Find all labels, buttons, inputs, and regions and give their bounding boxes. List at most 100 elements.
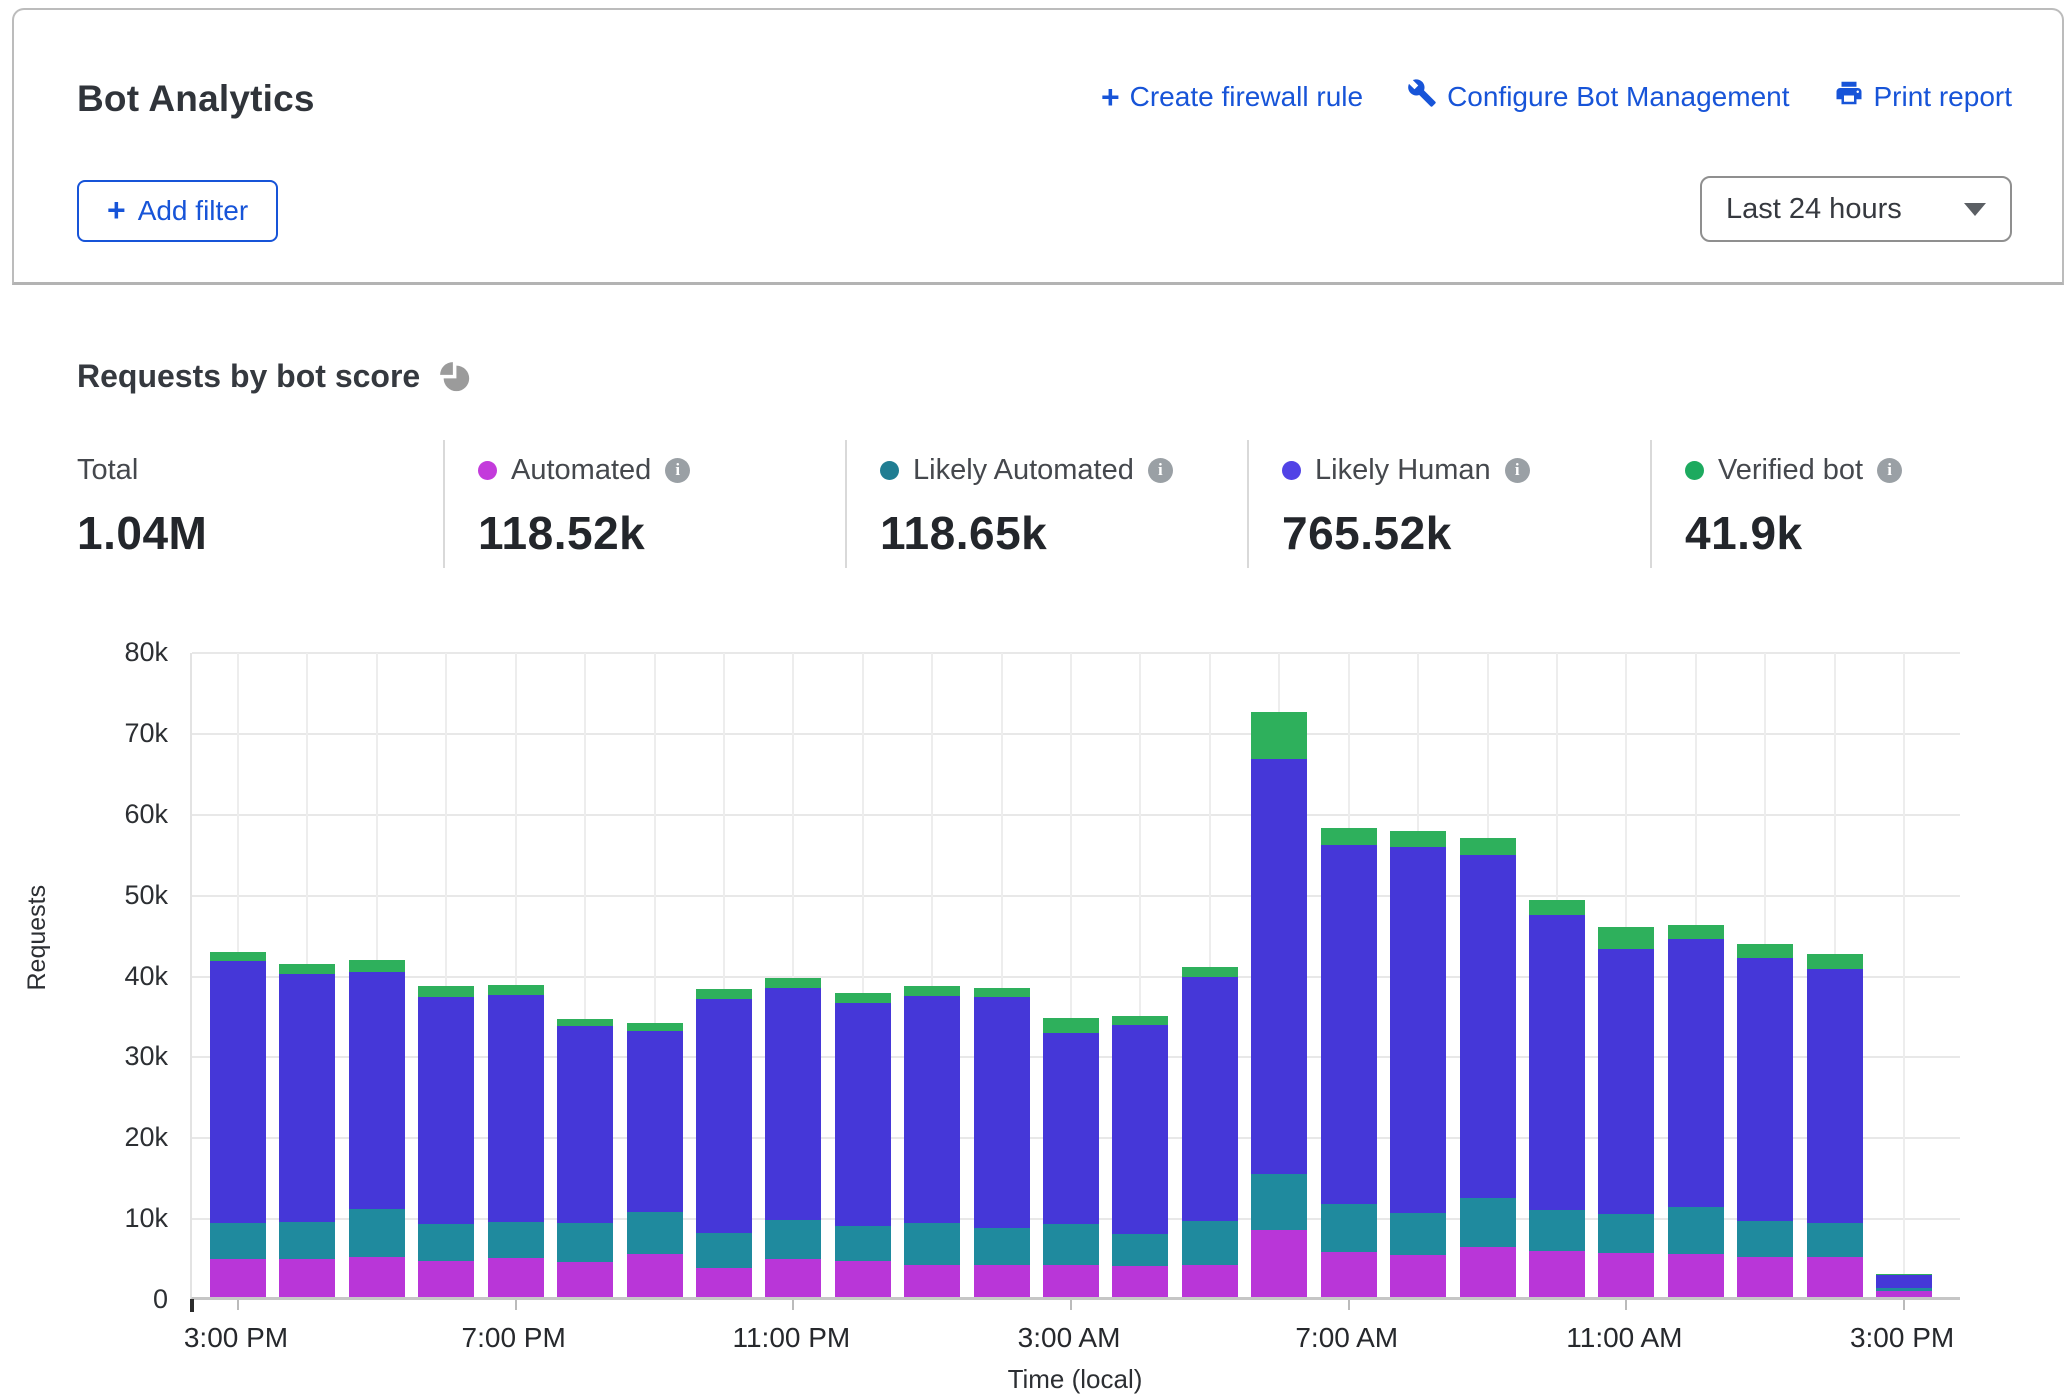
stacked-bar[interactable] [835, 993, 891, 1297]
stacked-bar[interactable] [1251, 712, 1307, 1298]
bar-segment [488, 1258, 544, 1297]
stacked-bar[interactable] [696, 989, 752, 1297]
bar-segment [696, 1268, 752, 1297]
stacked-bar[interactable] [1668, 925, 1724, 1297]
bar-segment [627, 1212, 683, 1254]
info-icon[interactable]: i [665, 458, 690, 483]
bar-segment [210, 952, 266, 962]
stacked-bar[interactable] [1043, 1018, 1099, 1297]
verified-bot-legend-dot [1685, 461, 1704, 480]
bar-segment [1529, 915, 1585, 1210]
stacked-bar[interactable] [765, 978, 821, 1297]
stacked-bar[interactable] [1876, 1274, 1932, 1297]
x-tick-mark [1625, 1300, 1627, 1310]
x-tick-mark [792, 1300, 794, 1310]
stacked-bar[interactable] [1182, 967, 1238, 1297]
add-filter-label: Add filter [138, 195, 249, 227]
bar-segment [1390, 831, 1446, 847]
configure-bot-management-label: Configure Bot Management [1447, 81, 1789, 113]
bar-segment [1112, 1025, 1168, 1234]
stacked-bar[interactable] [279, 964, 335, 1297]
bar-segment [627, 1023, 683, 1031]
bar-segment [627, 1254, 683, 1297]
stacked-bar[interactable] [1112, 1016, 1168, 1297]
x-tick-label: 7:00 AM [1267, 1322, 1427, 1354]
time-range-value: Last 24 hours [1726, 193, 1902, 226]
print-report-label: Print report [1874, 81, 2013, 113]
bar-segment [279, 1259, 335, 1297]
bar-segment [1598, 1253, 1654, 1297]
stacked-bar[interactable] [1321, 828, 1377, 1297]
y-tick-label: 40k [88, 961, 168, 992]
bar-segment [1251, 1230, 1307, 1297]
info-icon[interactable]: i [1877, 458, 1902, 483]
stat-likely-human-value: 765.52k [1282, 506, 1530, 560]
bar-segment [1737, 1257, 1793, 1297]
x-tick-label: 11:00 PM [711, 1322, 871, 1354]
stat-total: Total 1.04M [77, 452, 207, 560]
section-title: Requests by bot score [77, 358, 420, 395]
stat-verified-bot-value: 41.9k [1685, 506, 1902, 560]
bar-segment [418, 1261, 474, 1297]
y-axis-title: Requests [23, 885, 52, 991]
stacked-bar[interactable] [904, 986, 960, 1297]
bar-segment [835, 1226, 891, 1262]
stat-total-label: Total [77, 454, 138, 487]
bar-segment [1460, 1247, 1516, 1297]
x-tick-mark [237, 1300, 239, 1310]
plot-area [190, 653, 1960, 1300]
bar-segment [904, 996, 960, 1222]
stacked-bar[interactable] [210, 952, 266, 1297]
printer-icon [1834, 78, 1864, 115]
bar-segment [974, 997, 1030, 1228]
bar-segment [418, 986, 474, 997]
bar-segment [557, 1223, 613, 1263]
bar-segment [1668, 1207, 1724, 1254]
bar-segment [279, 964, 335, 975]
stat-likely-automated: Likely Automated i 118.65k [880, 452, 1173, 560]
create-firewall-rule-link[interactable]: + Create firewall rule [1101, 81, 1363, 113]
x-tick-mark [515, 1300, 517, 1310]
bar-segment [1043, 1224, 1099, 1264]
x-tick-label: 7:00 PM [434, 1322, 594, 1354]
bar-segment [904, 986, 960, 996]
bar-segment [1321, 845, 1377, 1204]
x-tick-mark [1070, 1300, 1072, 1310]
stacked-bar[interactable] [1390, 831, 1446, 1297]
bar-segment [488, 995, 544, 1221]
chevron-down-icon [1964, 203, 1986, 216]
stacked-bar[interactable] [418, 986, 474, 1297]
stacked-bar[interactable] [488, 985, 544, 1297]
info-icon[interactable]: i [1505, 458, 1530, 483]
info-icon[interactable]: i [1148, 458, 1173, 483]
bar-segment [210, 1259, 266, 1297]
configure-bot-management-link[interactable]: Configure Bot Management [1407, 78, 1789, 115]
stacked-bar[interactable] [1737, 944, 1793, 1297]
bar-segment [1529, 900, 1585, 915]
time-range-select[interactable]: Last 24 hours [1700, 176, 2012, 242]
stacked-bar[interactable] [1460, 838, 1516, 1297]
bar-segment [1182, 1221, 1238, 1265]
add-filter-button[interactable]: + Add filter [77, 180, 278, 242]
stacked-bar[interactable] [1598, 927, 1654, 1297]
stat-verified-bot: Verified bot i 41.9k [1685, 452, 1902, 560]
stacked-bar[interactable] [557, 1019, 613, 1297]
bar-segment [1321, 828, 1377, 845]
bar-segment [696, 989, 752, 1000]
stacked-bar[interactable] [627, 1023, 683, 1297]
stacked-bar[interactable] [974, 988, 1030, 1297]
x-tick-label: 3:00 PM [156, 1322, 316, 1354]
print-report-link[interactable]: Print report [1834, 78, 2013, 115]
header-actions: + Create firewall rule Configure Bot Man… [1101, 78, 2012, 115]
stat-total-value: 1.04M [77, 506, 207, 560]
stat-divider [845, 440, 847, 568]
y-tick-label: 30k [88, 1041, 168, 1072]
x-tick-label: 11:00 AM [1544, 1322, 1704, 1354]
stacked-bar[interactable] [1807, 954, 1863, 1297]
stacked-bar[interactable] [349, 960, 405, 1297]
bar-segment [1529, 1210, 1585, 1250]
bar-segment [1251, 1174, 1307, 1230]
y-tick-label: 50k [88, 880, 168, 911]
stacked-bar[interactable] [1529, 900, 1585, 1297]
x-tick-label: 3:00 AM [989, 1322, 1149, 1354]
